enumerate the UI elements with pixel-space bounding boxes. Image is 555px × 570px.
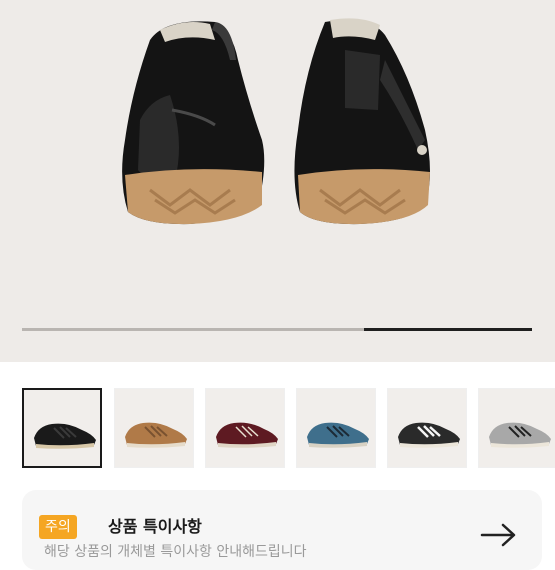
- maroon-shoe-icon: [216, 422, 278, 448]
- thumb-grey-shoe[interactable]: [478, 388, 555, 468]
- thumb-black-shoe[interactable]: [22, 388, 102, 468]
- thumb-tan-shoe[interactable]: [114, 388, 194, 468]
- gallery-progress-track: [22, 328, 532, 331]
- caution-badge: 주의: [39, 515, 77, 539]
- arrow-right-icon[interactable]: [479, 522, 519, 548]
- black-white-shoe-icon: [398, 422, 460, 448]
- notice-title: 상품 특이사항: [108, 517, 202, 536]
- sneaker-pair-rear-icon: [122, 18, 430, 225]
- gallery-progress-fill: [363, 328, 532, 331]
- notice-subtitle: 해당 상품의 개체별 특이사항 안내해드립니다: [44, 544, 307, 560]
- thumb-maroon-shoe[interactable]: [205, 388, 285, 468]
- product-notice-card[interactable]: 주의 상품 특이사항 해당 상품의 개체별 특이사항 안내해드립니다: [22, 490, 542, 570]
- thumbnail-strip[interactable]: [22, 388, 555, 470]
- thumb-blue-shoe[interactable]: [296, 388, 376, 468]
- tan-shoe-icon: [125, 422, 187, 448]
- black-shoe-icon: [34, 423, 96, 449]
- grey-shoe-icon: [489, 422, 551, 448]
- thumb-black-white-shoe[interactable]: [387, 388, 467, 468]
- product-image-gallery[interactable]: [0, 0, 555, 362]
- blue-shoe-icon: [307, 422, 369, 448]
